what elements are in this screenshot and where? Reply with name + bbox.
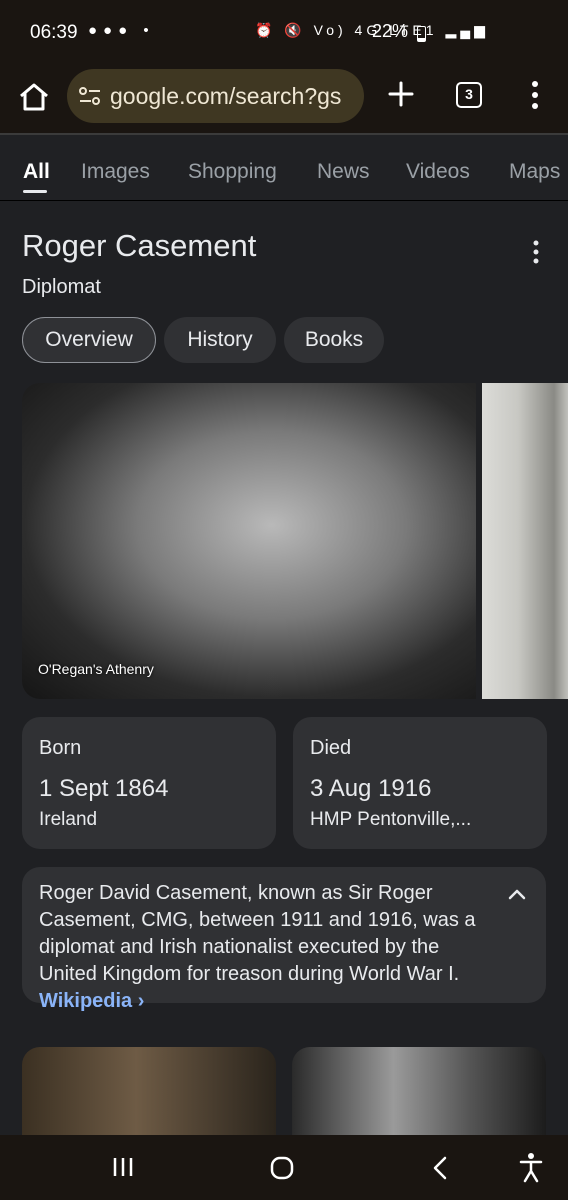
died-label: Died <box>310 737 352 759</box>
search-tabs: All Images Shopping News Videos Maps <box>0 135 568 201</box>
notification-icons: ●●● • <box>88 22 155 39</box>
related-image-2[interactable] <box>292 1047 546 1135</box>
chevron-up-icon[interactable] <box>506 883 528 905</box>
home-icon[interactable] <box>17 80 51 114</box>
born-place: Ireland <box>39 809 98 830</box>
died-place: HMP Pentonville,... <box>310 809 472 830</box>
battery-level: 22% <box>372 21 409 41</box>
home-circle-icon[interactable] <box>269 1155 295 1181</box>
system-nav-bar <box>0 1135 568 1200</box>
photo-caption: O'Regan's Athenry <box>38 661 154 677</box>
description-body: Roger David Casement, known as Sir Roger… <box>39 882 476 985</box>
back-icon[interactable] <box>432 1155 448 1181</box>
new-tab-icon[interactable] <box>385 78 417 110</box>
portrait-image[interactable]: O'Regan's Athenry <box>22 383 476 699</box>
tab-maps[interactable]: Maps <box>509 160 560 184</box>
accessibility-icon[interactable] <box>518 1151 544 1183</box>
active-tab-indicator <box>23 190 47 193</box>
entity-title: Roger Casement <box>22 228 257 263</box>
died-date: 3 Aug 1916 <box>310 775 432 802</box>
tab-all[interactable]: All <box>23 160 50 184</box>
recents-icon[interactable] <box>111 1155 135 1179</box>
knowledge-panel: Roger Casement Diplomat Overview History… <box>0 201 568 1135</box>
description-text: Roger David Casement, known as Sir Roger… <box>39 880 501 1015</box>
tab-shopping[interactable]: Shopping <box>188 160 277 184</box>
url-text[interactable]: google.com/search?gs <box>110 83 356 110</box>
born-card[interactable]: Born 1 Sept 1864 Ireland <box>22 717 276 849</box>
born-date: 1 Sept 1864 <box>39 775 169 802</box>
born-label: Born <box>39 737 82 759</box>
died-card[interactable]: Died 3 Aug 1916 HMP Pentonville,... <box>293 717 547 849</box>
battery-icon <box>417 26 426 42</box>
status-bar: 06:39 ●●● • ⏰ 🔇 Vo) 4G LTE1 ▂▄▆ 22% <box>0 0 568 66</box>
chip-overview[interactable]: Overview <box>22 317 156 363</box>
tab-images[interactable]: Images <box>81 160 150 184</box>
wikipedia-link[interactable]: Wikipedia › <box>39 990 144 1012</box>
site-settings-icon[interactable] <box>79 86 101 106</box>
related-image-1[interactable] <box>22 1047 276 1135</box>
panel-more-icon[interactable] <box>526 237 546 267</box>
tab-videos[interactable]: Videos <box>406 160 470 184</box>
address-bar[interactable]: google.com/search?gs <box>67 69 364 123</box>
tab-switcher-button[interactable]: 3 <box>456 82 482 108</box>
entity-subtitle: Diplomat <box>22 276 101 298</box>
more-vert-icon[interactable] <box>525 78 545 112</box>
browser-toolbar: google.com/search?gs 3 <box>0 66 568 134</box>
second-portrait-image[interactable] <box>482 383 568 699</box>
tab-news[interactable]: News <box>317 160 370 184</box>
chip-books[interactable]: Books <box>284 317 384 363</box>
description-card: Roger David Casement, known as Sir Roger… <box>22 867 546 1012</box>
status-time: 06:39 <box>30 22 78 43</box>
chip-history[interactable]: History <box>164 317 276 363</box>
